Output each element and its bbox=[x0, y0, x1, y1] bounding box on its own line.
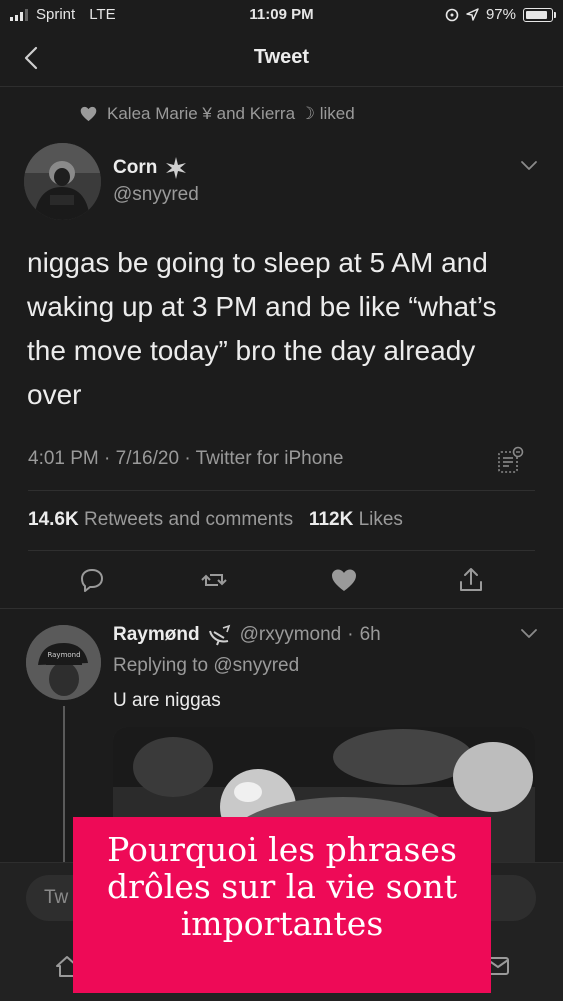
satellite-icon bbox=[208, 624, 230, 646]
chevron-down-icon[interactable] bbox=[520, 628, 538, 640]
retweets-label[interactable]: Retweets and comments bbox=[84, 509, 293, 530]
alarm-icon bbox=[445, 8, 459, 21]
divider bbox=[28, 490, 535, 491]
thread-line bbox=[63, 706, 65, 866]
heart-icon bbox=[80, 106, 97, 122]
reply-name: Raymønd bbox=[113, 624, 200, 645]
tweet-actions bbox=[0, 555, 563, 605]
overlay-banner: Pourquoi les phrases drôles sur la vie s… bbox=[73, 817, 491, 993]
reply-handle: @rxyymond bbox=[239, 624, 342, 645]
tweet-stats: 14.6K Retweets and comments 112K Likes bbox=[28, 509, 403, 531]
battery-icon bbox=[523, 7, 556, 22]
reply-avatar[interactable]: Raymond bbox=[26, 625, 101, 700]
author-avatar[interactable] bbox=[24, 143, 101, 220]
social-context[interactable]: Kalea Marie ¥ and Kierra ☽ liked bbox=[80, 104, 355, 124]
author-name[interactable]: Corn bbox=[113, 156, 188, 180]
retweet-icon[interactable] bbox=[199, 565, 229, 595]
share-icon[interactable] bbox=[456, 565, 486, 595]
liked-by-text: Kalea Marie ¥ and Kierra ☽ liked bbox=[107, 104, 355, 123]
replying-to[interactable]: Replying to @snyyred bbox=[113, 655, 299, 677]
chevron-down-icon[interactable] bbox=[520, 160, 538, 172]
author-handle[interactable]: @snyyred bbox=[113, 184, 199, 206]
nav-header: Tweet bbox=[0, 30, 563, 87]
page-title: Tweet bbox=[253, 46, 310, 68]
heart-icon[interactable] bbox=[329, 565, 359, 595]
author-name-text: Corn bbox=[113, 157, 158, 178]
tweet-meta: 4:01 PM · 7/16/20 · Twitter for iPhone bbox=[28, 448, 344, 469]
divider bbox=[0, 608, 563, 609]
battery-percent: 97% bbox=[485, 6, 516, 23]
retweets-count[interactable]: 14.6K bbox=[28, 509, 79, 530]
location-icon bbox=[466, 8, 479, 21]
tweet-text: niggas be going to sleep at 5 AM and wak… bbox=[27, 247, 497, 410]
meta-separator: · bbox=[347, 624, 354, 645]
comment-icon[interactable] bbox=[77, 565, 107, 595]
divider bbox=[28, 550, 535, 551]
status-bar: Sprint LTE 11:09 PM 97% bbox=[0, 0, 563, 30]
analytics-icon[interactable] bbox=[497, 446, 525, 474]
likes-count[interactable]: 112K bbox=[309, 509, 353, 530]
status-right: 97% bbox=[445, 6, 556, 23]
reply-author[interactable]: Raymønd @rxyymond · 6h bbox=[113, 623, 381, 647]
likes-label[interactable]: Likes bbox=[359, 509, 403, 530]
avatar-cap-text: Raymond bbox=[47, 651, 80, 659]
sparkle-badge-icon bbox=[166, 157, 187, 179]
reply-time: 6h bbox=[359, 624, 381, 645]
reply-text: U are niggas bbox=[113, 690, 221, 711]
